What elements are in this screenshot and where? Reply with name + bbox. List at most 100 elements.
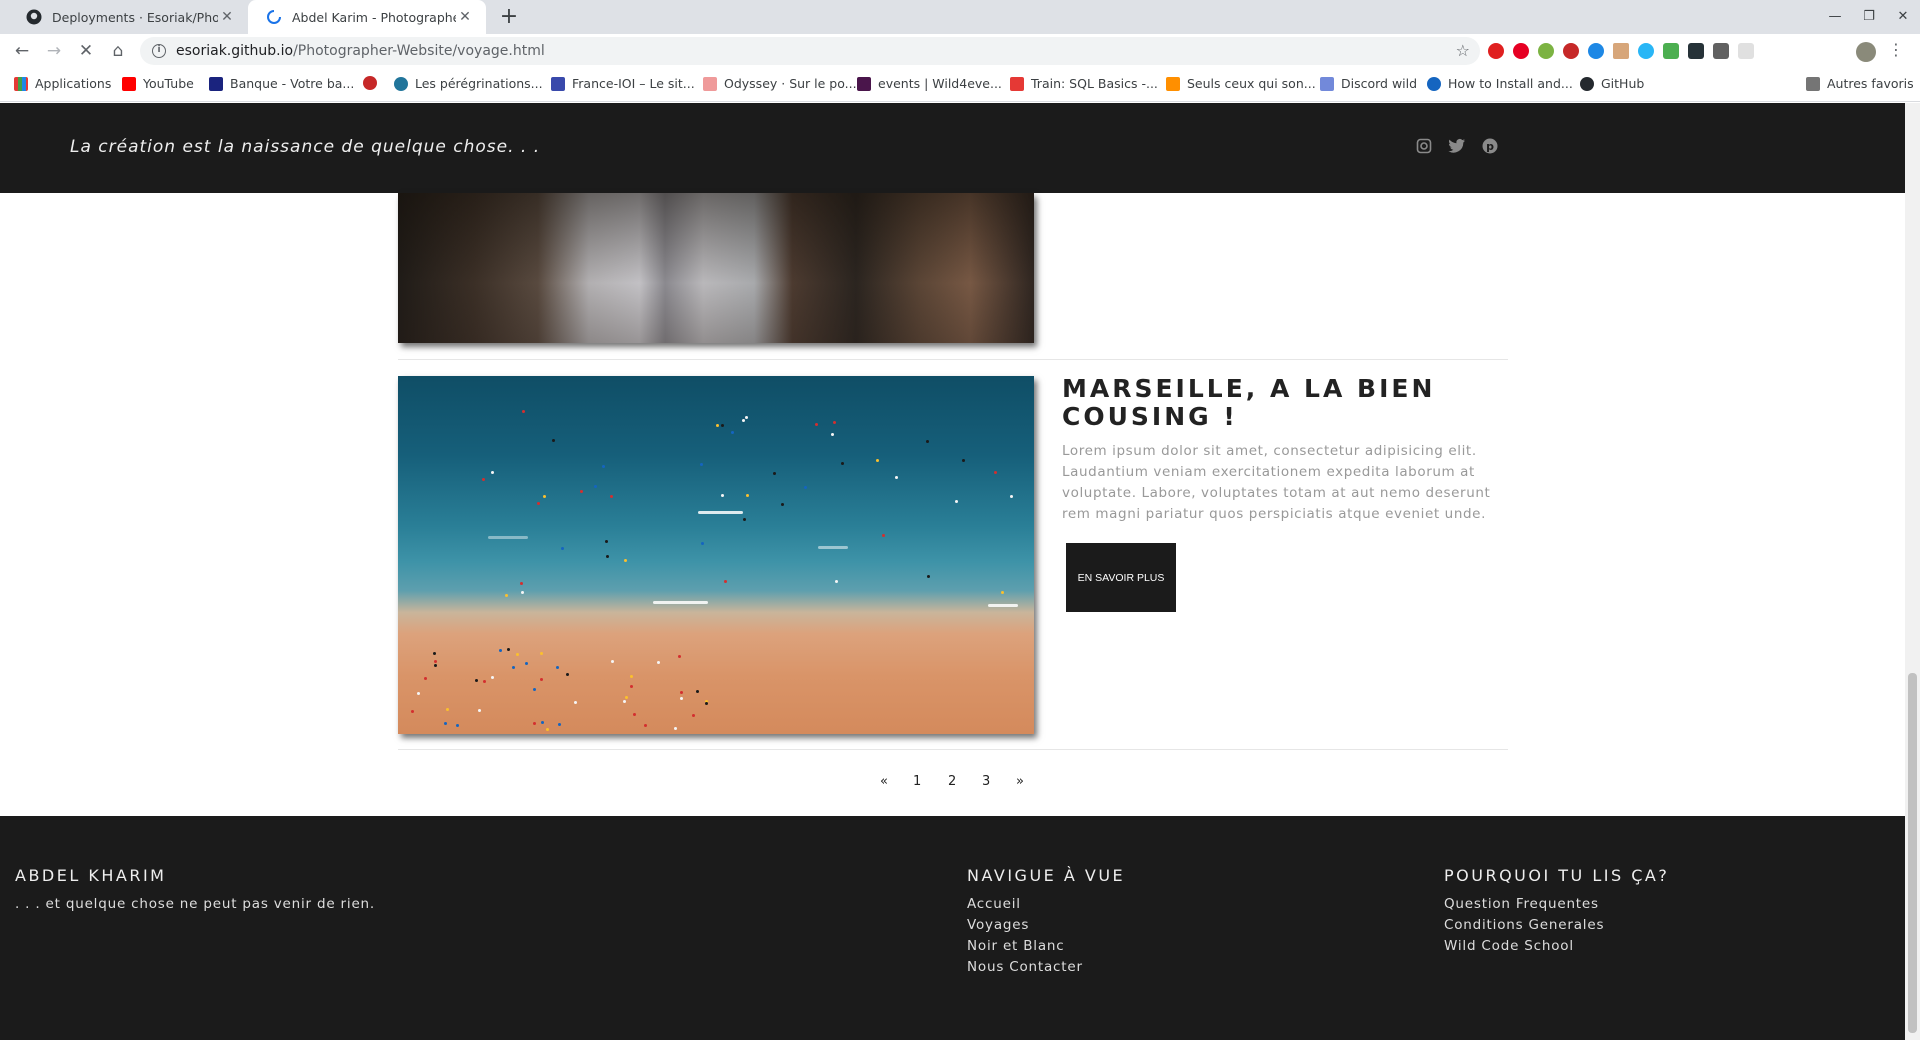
footer-nav-title: NAVIGUE À VUE bbox=[967, 866, 1126, 885]
footer-link-voyages[interactable]: Voyages bbox=[967, 915, 1083, 936]
github-icon bbox=[1580, 76, 1594, 91]
stop-icon[interactable]: ✕ bbox=[72, 38, 100, 64]
extension-icon[interactable] bbox=[1638, 43, 1654, 59]
bookmark-github[interactable]: GitHub bbox=[1580, 76, 1644, 91]
tab-title: Abdel Karim - Photographe bbox=[292, 9, 456, 25]
pinterest-ext-icon[interactable] bbox=[1513, 43, 1529, 59]
drop-ext-icon[interactable] bbox=[1588, 43, 1604, 59]
article-photo-city-reflection[interactable] bbox=[398, 193, 1034, 343]
bookmark-events[interactable]: events | Wild4eve... bbox=[857, 76, 1002, 91]
back-icon[interactable]: ← bbox=[8, 38, 36, 64]
bookmark-sql[interactable]: Train: SQL Basics -... bbox=[1010, 76, 1158, 91]
site-info-icon[interactable]: i bbox=[152, 44, 166, 58]
footer-brand-title: ABDEL KHARIM bbox=[15, 866, 167, 885]
bookmark-site-icon bbox=[1427, 76, 1441, 91]
extension-icon[interactable] bbox=[1613, 43, 1629, 59]
pagination-next[interactable]: » bbox=[1016, 774, 1024, 789]
bookmark-heart[interactable] bbox=[363, 76, 384, 90]
footer-link-noir-et-blanc[interactable]: Noir et Blanc bbox=[967, 936, 1083, 957]
page-viewport: La création est la naissance de quelque … bbox=[0, 103, 1905, 1040]
url-host: esoriak.github.io bbox=[176, 43, 294, 59]
bookmark-france-ioi[interactable]: France-IOI – Le sit... bbox=[551, 76, 695, 91]
extensions-bar bbox=[1488, 43, 1754, 59]
opera-ext-icon[interactable] bbox=[1488, 43, 1504, 59]
scrollbar-thumb[interactable] bbox=[1908, 673, 1917, 1033]
pinterest-icon[interactable]: p bbox=[1481, 138, 1499, 156]
bookmark-youtube[interactable]: YouTube bbox=[122, 76, 194, 91]
bookmark-install[interactable]: How to Install and... bbox=[1427, 76, 1573, 91]
bookmark-odyssey[interactable]: Odyssey · Sur le po... bbox=[703, 76, 857, 91]
pagination-page-1[interactable]: 1 bbox=[913, 774, 921, 789]
bookmark-site-icon bbox=[1166, 76, 1180, 91]
new-tab-button[interactable]: + bbox=[496, 4, 522, 30]
bookmark-label: Les pérégrinations... bbox=[415, 76, 543, 91]
extension-icon[interactable] bbox=[1713, 43, 1729, 59]
read-more-button[interactable]: EN SAVOIR PLUS bbox=[1066, 543, 1176, 612]
pagination-prev[interactable]: « bbox=[880, 774, 888, 789]
extension-icon[interactable] bbox=[1538, 43, 1554, 59]
browser-tab-photographe[interactable]: Abdel Karim - Photographe ✕ bbox=[248, 0, 486, 34]
footer-link-faq[interactable]: Question Frequentes bbox=[1444, 894, 1604, 915]
close-tab-icon[interactable]: ✕ bbox=[456, 9, 474, 25]
page-scrollbar[interactable] bbox=[1905, 103, 1920, 1040]
footer-link-wild-code-school[interactable]: Wild Code School bbox=[1444, 936, 1604, 957]
address-bar[interactable]: i esoriak.github.io/Photographer-Website… bbox=[140, 37, 1480, 65]
bookmark-other[interactable]: Autres favoris bbox=[1806, 76, 1914, 91]
bookmark-label: Discord wild bbox=[1341, 76, 1418, 91]
browser-toolbar: ← → ✕ ⌂ i esoriak.github.io/Photographer… bbox=[0, 34, 1920, 68]
adblock-icon[interactable] bbox=[1563, 43, 1579, 59]
footer-brand-text: . . . et quelque chose ne peut pas venir… bbox=[15, 896, 376, 912]
bookmark-label: How to Install and... bbox=[1448, 76, 1573, 91]
loading-icon bbox=[266, 9, 282, 25]
instagram-icon[interactable] bbox=[1415, 138, 1433, 156]
wordpress-icon bbox=[394, 76, 408, 91]
forward-icon[interactable]: → bbox=[40, 38, 68, 64]
bookmark-label: Applications bbox=[35, 76, 112, 91]
bookmark-label: Autres favoris bbox=[1827, 76, 1914, 91]
site-header: La création est la naissance de quelque … bbox=[0, 103, 1905, 193]
pagination-page-3[interactable]: 3 bbox=[982, 774, 990, 789]
browser-tab-deployments[interactable]: Deployments · Esoriak/Photogr ✕ bbox=[8, 0, 248, 34]
site-footer: ABDEL KHARIM . . . et quelque chose ne p… bbox=[0, 816, 1905, 1040]
tab-title: Deployments · Esoriak/Photogr bbox=[52, 9, 218, 25]
browser-menu-icon[interactable]: ⋮ bbox=[1888, 40, 1904, 59]
home-icon[interactable]: ⌂ bbox=[104, 38, 132, 64]
bookmark-discord[interactable]: Discord wild bbox=[1320, 76, 1417, 91]
minimize-icon[interactable]: — bbox=[1818, 0, 1852, 34]
sql-course-icon bbox=[1010, 76, 1024, 91]
pagination-page-2[interactable]: 2 bbox=[948, 774, 956, 789]
bookmark-label: Odyssey · Sur le po... bbox=[724, 76, 857, 91]
bank-icon bbox=[209, 76, 223, 91]
bookmark-peregrinations[interactable]: Les pérégrinations... bbox=[394, 76, 543, 91]
bookmark-label: Banque - Votre ba... bbox=[230, 76, 355, 91]
bookmark-apps[interactable]: Applications bbox=[14, 76, 111, 91]
close-tab-icon[interactable]: ✕ bbox=[218, 9, 236, 25]
close-window-icon[interactable]: ✕ bbox=[1886, 0, 1920, 34]
heart-icon bbox=[363, 76, 377, 90]
extension-icon[interactable] bbox=[1688, 43, 1704, 59]
footer-nav-list: Accueil Voyages Noir et Blanc Nous Conta… bbox=[967, 894, 1083, 978]
twitter-icon[interactable] bbox=[1448, 138, 1466, 156]
article-divider bbox=[398, 359, 1508, 360]
footer-link-conditions[interactable]: Conditions Generales bbox=[1444, 915, 1604, 936]
footer-link-accueil[interactable]: Accueil bbox=[967, 894, 1083, 915]
slack-icon bbox=[857, 76, 871, 91]
extension-icon[interactable] bbox=[1738, 43, 1754, 59]
bookmark-label: YouTube bbox=[143, 76, 194, 91]
profile-avatar[interactable] bbox=[1856, 42, 1876, 62]
bookmark-seuls[interactable]: Seuls ceux qui son... bbox=[1166, 76, 1316, 91]
bookmark-star-icon[interactable]: ☆ bbox=[1456, 41, 1470, 60]
svg-text:p: p bbox=[1486, 140, 1494, 153]
article-photo-beach[interactable] bbox=[398, 376, 1034, 734]
bookmark-banque[interactable]: Banque - Votre ba... bbox=[209, 76, 354, 91]
footer-link-contact[interactable]: Nous Contacter bbox=[967, 957, 1083, 978]
article-title: MARSEILLE, A LA BIEN COUSING ! bbox=[1062, 374, 1436, 431]
article-divider bbox=[398, 749, 1508, 750]
restore-icon[interactable]: ❐ bbox=[1852, 0, 1886, 34]
footer-info-title: POURQUOI TU LIS ÇA? bbox=[1444, 866, 1670, 885]
apps-grid-icon bbox=[14, 76, 28, 91]
bookmark-label: Seuls ceux qui son... bbox=[1187, 76, 1316, 91]
folder-icon bbox=[1806, 76, 1820, 91]
extension-icon[interactable] bbox=[1663, 43, 1679, 59]
youtube-icon bbox=[122, 76, 136, 91]
